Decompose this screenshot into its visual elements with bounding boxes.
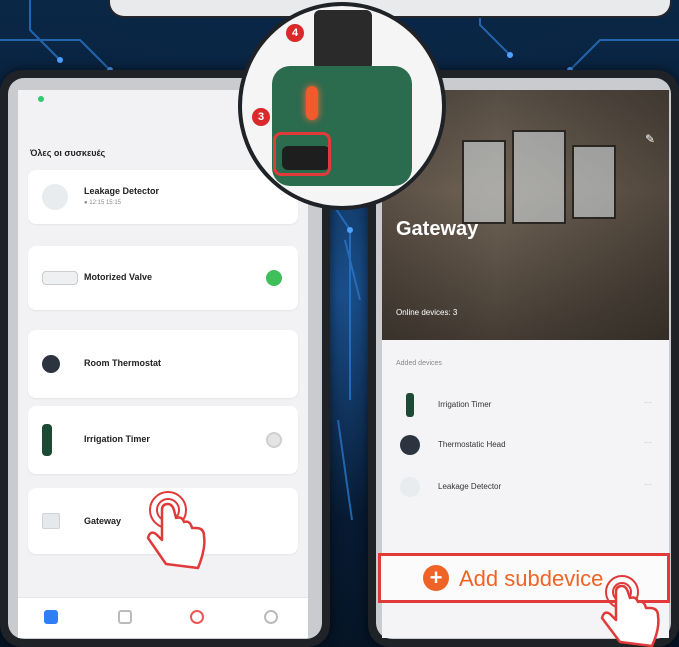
device-name: Gateway [84,516,122,526]
motorized-valve-icon [42,271,78,285]
more-icon[interactable]: ··· [644,480,652,489]
device-card-leakage-detector[interactable]: Leakage Detector ● 12:15 15:15 [28,170,298,224]
power-toggle-on[interactable] [266,270,282,286]
edit-icon[interactable]: ✎ [645,132,655,146]
irrigation-timer-icon [406,393,414,417]
profile-icon[interactable] [264,610,278,624]
gateway-title: Gateway [396,218,479,240]
subdevice-row-leakage-detector[interactable]: Leakage Detector ··· [396,472,656,502]
leakage-detector-icon [42,184,68,210]
home-icon[interactable] [44,610,58,624]
subdevice-name: Thermostatic Head [438,440,506,449]
step-3-badge: 3 [252,108,270,126]
tap-hand-icon [146,491,206,570]
more-icon[interactable]: ··· [644,398,652,407]
subdevice-name: Irrigation Timer [438,400,492,409]
device-name: Motorized Valve [84,272,153,282]
added-devices-label: Added devices [396,360,442,367]
irrigation-timer-icon [42,424,52,456]
leakage-detector-icon [400,477,420,497]
device-card-irrigation-timer[interactable]: Irrigation Timer [28,406,298,474]
page-title: Όλες οι συσκευές [30,148,106,158]
status-indicator [38,96,44,102]
room-thermostat-icon [42,355,60,373]
subdevice-row-thermostatic-head[interactable]: Thermostatic Head ··· [396,430,656,460]
power-toggle-off[interactable] [266,432,282,448]
gateway-icon [42,513,60,529]
device-status: ● 12:15 15:15 [84,200,121,206]
device-name: Room Thermostat [84,358,162,368]
bottom-tab-bar [18,597,308,638]
device-card-motorized-valve[interactable]: Motorized Valve [28,246,298,310]
led-indicator [306,86,318,120]
hero-window [462,140,506,224]
add-subdevice-label: Add subdevice [459,566,604,591]
online-devices-count: Online devices: 3 [396,308,458,317]
subdevice-row-irrigation-timer[interactable]: Irrigation Timer ··· [396,390,656,420]
valve-connector [314,10,372,70]
pairing-button-highlight [273,132,331,176]
smart-icon[interactable] [190,610,204,624]
thermostatic-head-icon [400,435,420,455]
hero-window [572,145,616,219]
hero-window [512,130,566,224]
valve-zoom-callout [238,2,446,210]
scene-icon[interactable] [118,610,132,624]
subdevice-name: Leakage Detector [438,482,502,491]
more-icon[interactable]: ··· [644,438,652,447]
device-name: Irrigation Timer [84,434,150,444]
step-4-badge: 4 [286,24,304,42]
device-card-room-thermostat[interactable]: Room Thermostat [28,330,298,398]
device-name: Leakage Detector [84,186,160,196]
plus-icon: + [423,565,449,591]
tap-hand-icon [600,575,660,647]
